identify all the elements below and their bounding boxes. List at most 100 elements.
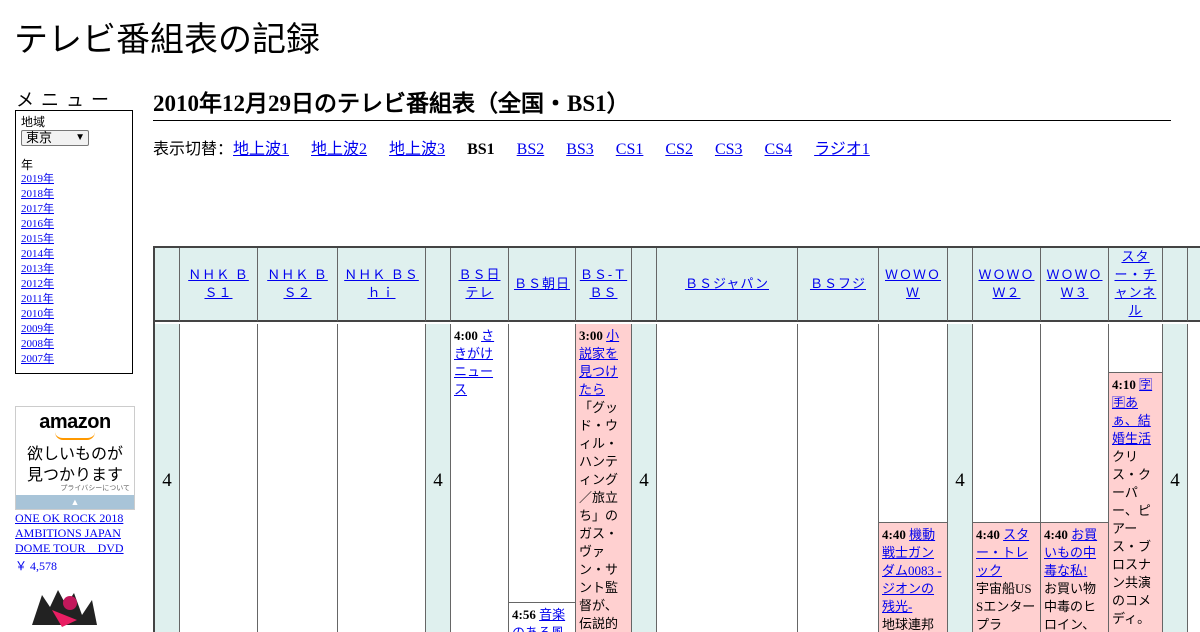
hour-header-cell: [632, 248, 657, 322]
channel-header[interactable]: ＮＨＫ ＢＳ１: [180, 248, 258, 322]
channel-header[interactable]: ＢＳフジ: [798, 248, 879, 322]
channel-header[interactable]: ＷＯＷＯＷ３: [1041, 248, 1109, 322]
channel-header[interactable]: ＢＳ-ＴＢＳ: [576, 248, 632, 322]
channel-link[interactable]: ＢＳ日テレ: [454, 266, 505, 302]
channel-link[interactable]: ＢＳ朝日: [514, 275, 570, 293]
channel-link[interactable]: ＢＳフジ: [810, 275, 866, 293]
channel-column: 4:10 🈑🈐あぁ、結婚生活 クリス・クーパー、ピアース・ブロスナン共演のコメデ…: [1109, 324, 1163, 632]
region-select-value: 東京: [26, 130, 53, 145]
hour-label: 4: [1170, 470, 1180, 491]
year-link[interactable]: 2009年: [21, 322, 127, 337]
amazon-logo: amazon: [39, 411, 111, 433]
program-description: 「グッド・ウィル・ハンティング／旅立ち」のガス・ヴァン・サント監督が、伝説的: [579, 400, 619, 631]
channel-header[interactable]: ＷＯＷＯＷ: [879, 248, 948, 322]
hour-column: 4: [1163, 324, 1188, 632]
channel-link[interactable]: ＷＯＷＯＷ３: [1044, 266, 1105, 302]
channel-column: 3:00 小説家を見つけたら 「グッド・ウィル・ハンティング／旅立ち」のガス・ヴ…: [576, 324, 632, 632]
channel-column: [338, 324, 426, 632]
program-cell: 4:56 音楽のある風: [509, 602, 575, 632]
year-link[interactable]: 2016年: [21, 217, 127, 232]
switcher-link-bs3[interactable]: BS3: [566, 141, 594, 158]
program-cell: 4:40 機動戦士ガンダム0083 -ジオンの残光- 地球連邦: [879, 522, 947, 632]
product-link[interactable]: ONE OK ROCK 2018 AMBITIONS JAPAN DOME TO…: [15, 511, 135, 556]
menu-heading: メニュー: [16, 90, 116, 110]
program-cell: 4:10 🈑🈐あぁ、結婚生活 クリス・クーパー、ピアース・ブロスナン共演のコメデ…: [1109, 372, 1162, 632]
switcher-link-bs2[interactable]: BS2: [517, 141, 545, 158]
hour-label: 4: [162, 470, 172, 491]
channel-header[interactable]: ＢＳ朝日: [509, 248, 576, 322]
hour-label: 4: [639, 470, 649, 491]
site-title: テレビ番組表の記録: [14, 22, 320, 59]
channel-column: [657, 324, 798, 632]
program-time: 4:56: [512, 607, 536, 622]
program-time: 4:40: [882, 527, 906, 542]
year-link[interactable]: 2010年: [21, 307, 127, 322]
channel-column: 4:40 スター・トレック 宇宙船USSエンタープラ: [973, 324, 1041, 632]
channel-column: [1188, 324, 1200, 632]
switcher-link-terrestrial2[interactable]: 地上波2: [311, 141, 367, 158]
channel-column: 4:40 お買いもの中毒な私! お買い物中毒のヒロイン、: [1041, 324, 1109, 632]
product-image[interactable]: [22, 585, 102, 630]
switcher-current-bs1: BS1: [467, 141, 495, 158]
ad-privacy-link[interactable]: プライバシーについて: [60, 483, 130, 493]
channel-column: 4:56 音楽のある風: [509, 324, 576, 632]
year-link[interactable]: 2015年: [21, 232, 127, 247]
year-label: 年: [21, 158, 34, 172]
amazon-ad[interactable]: amazon 欲しいものが 見つかります プライバシーについて ▲: [15, 406, 135, 510]
hour-column: 4: [155, 324, 180, 632]
year-link[interactable]: 2017年: [21, 202, 127, 217]
year-link[interactable]: 2014年: [21, 247, 127, 262]
year-link[interactable]: 2012年: [21, 277, 127, 292]
switcher-link-cs1[interactable]: CS1: [616, 141, 644, 158]
switcher-link-cs3[interactable]: CS3: [715, 141, 743, 158]
channel-link[interactable]: ＢＳジャパン: [685, 275, 769, 293]
ad-expand-bar[interactable]: ▲: [16, 495, 134, 509]
hour-header-cell: [426, 248, 451, 322]
program-cell: 3:00 小説家を見つけたら 「グッド・ウィル・ハンティング／旅立ち」のガス・ヴ…: [576, 324, 631, 632]
switcher-label: 表示切替：: [153, 141, 234, 158]
channel-link[interactable]: ＮＨＫ ＢＳ２: [261, 266, 334, 302]
year-link[interactable]: 2018年: [21, 187, 127, 202]
program-time: 4:40: [1044, 527, 1068, 542]
channel-column: [258, 324, 338, 632]
page-title: 2010年12月29日のテレビ番組表（全国・BS1）: [153, 84, 1171, 121]
switcher-link-terrestrial3[interactable]: 地上波3: [389, 141, 445, 158]
year-link[interactable]: 2007年: [21, 352, 127, 367]
channel-link[interactable]: ＮＨＫ ＢＳ１: [183, 266, 254, 302]
year-link[interactable]: 2013年: [21, 262, 127, 277]
switcher-link-radio1[interactable]: ラジオ1: [814, 141, 870, 158]
hour-header-cell: [948, 248, 973, 322]
hour-header-cell: [1163, 248, 1188, 322]
display-switcher: 表示切替：地上波1 地上波2 地上波3 BS1 BS2 BS3 CS1 CS2 CS3 CS4 ラジ…: [153, 135, 892, 159]
year-link[interactable]: 2008年: [21, 337, 127, 352]
channel-header[interactable]: ＢＳ日テレ: [451, 248, 509, 322]
year-list: 年 2019年 2018年 2017年 2016年 2015年 2014年 20…: [21, 158, 127, 367]
ad-copy-line: 欲しいものが: [26, 446, 123, 463]
program-description: クリス・クーパー、ピアース・ブロスナン共演のコメディ。: [1112, 449, 1152, 626]
year-link[interactable]: 2011年: [21, 292, 127, 307]
ad-copy: 欲しいものが 見つかります: [16, 444, 134, 486]
channel-header: [1188, 248, 1200, 322]
hour-column: 4: [632, 324, 657, 632]
channel-link[interactable]: ＷＯＷＯＷ２: [976, 266, 1037, 302]
channel-link[interactable]: ＢＳ-ＴＢＳ: [579, 266, 628, 302]
program-time: 3:00: [579, 328, 603, 343]
channel-link[interactable]: スター・チャンネル: [1112, 248, 1159, 320]
region-select[interactable]: 東京 ▼: [21, 130, 89, 146]
channel-column: 4:40 機動戦士ガンダム0083 -ジオンの残光- 地球連邦: [879, 324, 948, 632]
program-time: 4:00: [454, 328, 478, 343]
year-link[interactable]: 2019年: [21, 172, 127, 187]
switcher-link-cs2[interactable]: CS2: [665, 141, 693, 158]
chevron-down-icon: ▼: [75, 132, 85, 143]
channel-header[interactable]: ＷＯＷＯＷ２: [973, 248, 1041, 322]
channel-header[interactable]: スター・チャンネル: [1109, 248, 1163, 322]
channel-link[interactable]: ＷＯＷＯＷ: [882, 266, 944, 302]
program-description: お買い物中毒のヒロイン、: [1044, 581, 1097, 632]
channel-link[interactable]: ＮＨＫ ＢＳｈｉ: [341, 266, 422, 302]
program-cell: 4:00 さきがけニュース: [451, 324, 508, 632]
switcher-link-terrestrial1[interactable]: 地上波1: [233, 141, 289, 158]
channel-header[interactable]: ＮＨＫ ＢＳｈｉ: [338, 248, 426, 322]
switcher-link-cs4[interactable]: CS4: [765, 141, 793, 158]
channel-header[interactable]: ＢＳジャパン: [657, 248, 798, 322]
channel-header[interactable]: ＮＨＫ ＢＳ２: [258, 248, 338, 322]
